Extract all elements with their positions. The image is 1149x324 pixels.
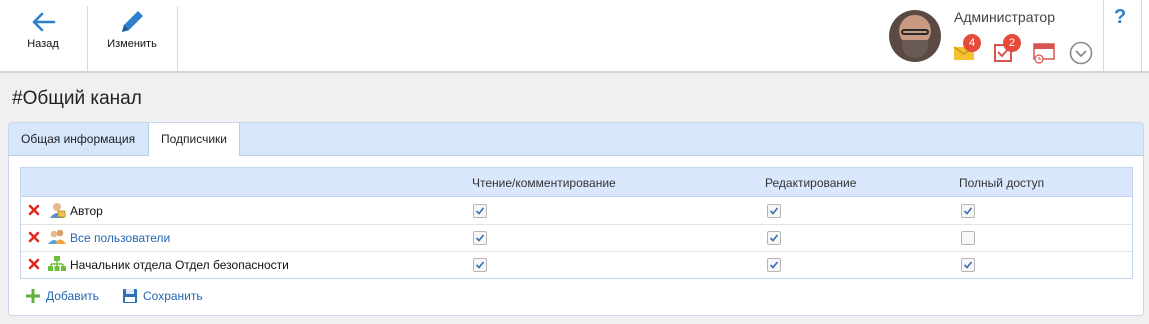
- user-menu-toggle[interactable]: [1069, 41, 1093, 65]
- user-avatar[interactable]: [889, 10, 941, 62]
- grid-header: Чтение/комментирование Редактирование По…: [21, 168, 1132, 197]
- column-header-edit: Редактирование: [765, 176, 857, 190]
- toolbar-divider: [177, 6, 178, 71]
- checkbox-full[interactable]: [961, 204, 975, 218]
- delete-icon[interactable]: [28, 203, 40, 217]
- table-row: Все пользователи: [21, 224, 1132, 252]
- tab-subscribers[interactable]: Подписчики: [148, 123, 241, 156]
- delete-icon[interactable]: [28, 257, 40, 271]
- users-group-icon: [48, 229, 66, 245]
- floppy-disk-icon: [123, 289, 137, 303]
- toolbar-divider: [1141, 0, 1142, 71]
- toolbar-divider: [1103, 0, 1104, 71]
- arrow-left-icon: [0, 8, 86, 36]
- pencil-icon: [88, 8, 176, 36]
- top-toolbar: Назад Изменить Администратор 4 2 ?: [0, 0, 1149, 73]
- page-title: #Общий канал: [12, 88, 142, 109]
- checkbox-edit[interactable]: [767, 204, 781, 218]
- subscribers-grid: Чтение/комментирование Редактирование По…: [20, 167, 1133, 279]
- checkbox-edit[interactable]: [767, 231, 781, 245]
- add-label: Добавить: [46, 289, 100, 303]
- help-button[interactable]: ?: [1114, 6, 1126, 29]
- subscriber-name: Автор: [70, 204, 103, 218]
- column-header-read: Чтение/комментирование: [472, 176, 616, 190]
- save-label: Сохранить: [143, 289, 203, 303]
- tasks-notification[interactable]: 2: [993, 34, 1021, 62]
- checkbox-read[interactable]: [473, 231, 487, 245]
- chevron-down-circle-icon: [1069, 41, 1093, 65]
- checkbox-read[interactable]: [473, 258, 487, 272]
- delete-icon[interactable]: [28, 230, 40, 244]
- column-header-full: Полный доступ: [959, 176, 1045, 190]
- plus-icon: [26, 289, 40, 303]
- edit-label: Изменить: [107, 38, 157, 50]
- checkbox-read[interactable]: [473, 204, 487, 218]
- org-structure-icon: [48, 256, 66, 272]
- tab-general-info[interactable]: Общая информация: [9, 123, 147, 155]
- tasks-count-badge: 2: [1003, 34, 1021, 52]
- checkbox-edit[interactable]: [767, 258, 781, 272]
- subscriber-name[interactable]: Все пользователи: [70, 231, 170, 245]
- checkbox-full[interactable]: [961, 258, 975, 272]
- mail-notification[interactable]: 4: [953, 34, 981, 62]
- edit-button[interactable]: Изменить: [88, 0, 176, 71]
- tab-bar: Общая информация Подписчики: [9, 123, 1143, 156]
- username[interactable]: Администратор: [954, 9, 1055, 25]
- back-button[interactable]: Назад: [0, 0, 86, 71]
- mail-count-badge: 4: [963, 34, 981, 52]
- checkbox-full[interactable]: [961, 231, 975, 245]
- back-label: Назад: [27, 38, 59, 50]
- calendar-icon: [1033, 43, 1055, 64]
- table-row: Начальник отдела Отдел безопасности: [21, 251, 1132, 278]
- main-panel: Общая информация Подписчики Чтение/комме…: [8, 122, 1144, 316]
- calendar-button[interactable]: [1033, 40, 1055, 64]
- user-role-icon: [48, 202, 66, 218]
- table-row: Автор: [21, 197, 1132, 225]
- subscriber-name: Начальник отдела Отдел безопасности: [70, 258, 289, 272]
